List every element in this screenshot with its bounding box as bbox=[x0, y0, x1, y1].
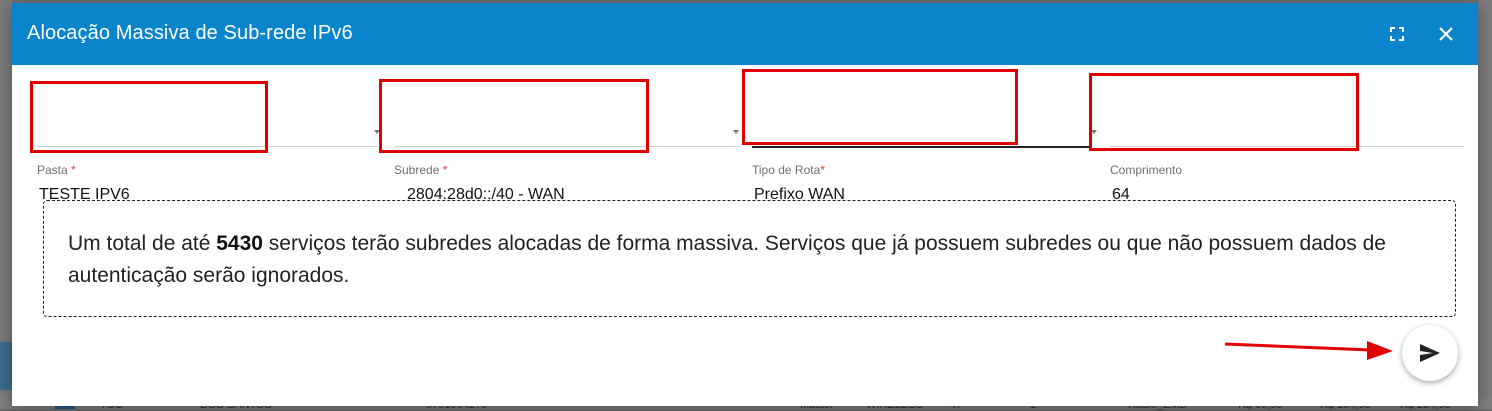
annotation-box-comprimento bbox=[1089, 73, 1359, 151]
subrede-label: Subrede * bbox=[394, 163, 448, 177]
tipo-de-rota-label: Tipo de Rota* bbox=[752, 163, 825, 177]
comprimento-label: Comprimento bbox=[1110, 163, 1183, 177]
close-icon bbox=[1439, 27, 1453, 41]
dialog-header: Alocação Massiva de Sub-rede IPv6 bbox=[12, 3, 1478, 65]
annotation-arrow bbox=[1225, 341, 1393, 360]
close-button[interactable] bbox=[1432, 20, 1460, 48]
bulk-ipv6-subnet-dialog: Alocação Massiva de Sub-rede IPv6 Pasta … bbox=[12, 3, 1478, 406]
background-app-sidebar-accent bbox=[0, 342, 12, 390]
background-app-scrollbar bbox=[1478, 0, 1492, 409]
send-button[interactable] bbox=[1402, 325, 1458, 381]
fullscreen-icon bbox=[1390, 27, 1404, 41]
dialog-title: Alocação Massiva de Sub-rede IPv6 bbox=[27, 22, 353, 44]
annotation-box-pasta bbox=[30, 81, 268, 153]
annotation-box-subrede bbox=[379, 79, 649, 153]
info-text-suffix: serviços terão subredes alocadas de form… bbox=[68, 232, 1386, 287]
fullscreen-button[interactable] bbox=[1383, 20, 1411, 48]
annotation-box-tipo-de-rota bbox=[742, 69, 1018, 145]
info-text-prefix: Um total de até bbox=[68, 232, 217, 255]
send-icon bbox=[1420, 344, 1440, 362]
subrede-chevron-down-icon[interactable] bbox=[733, 130, 739, 134]
pasta-label: Pasta * bbox=[37, 163, 76, 177]
service-count: 5430 bbox=[216, 232, 263, 255]
tipo-de-rota-underline bbox=[752, 146, 1092, 148]
info-message: Um total de até 5430 serviços terão subr… bbox=[43, 200, 1456, 317]
